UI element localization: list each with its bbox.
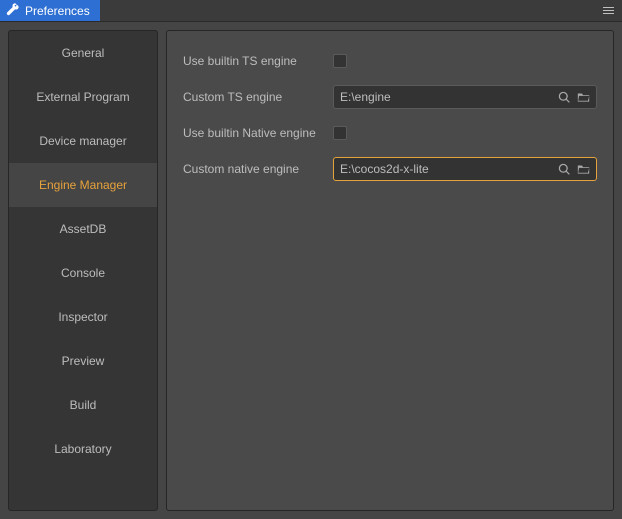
- titlebar: Preferences: [0, 0, 622, 22]
- title-tab[interactable]: Preferences: [0, 0, 100, 21]
- input-custom-ts[interactable]: [340, 90, 552, 104]
- label-custom-native: Custom native engine: [183, 162, 333, 176]
- sidebar-item-label: Laboratory: [54, 442, 111, 456]
- path-field-custom-native[interactable]: [333, 157, 597, 181]
- sidebar-item-label: Build: [70, 398, 97, 412]
- sidebar-item-label: External Program: [36, 90, 129, 104]
- main-panel: Use builtin TS engine Custom TS engine U…: [166, 30, 614, 511]
- folder-icon[interactable]: [577, 91, 590, 104]
- checkbox-use-builtin-native[interactable]: [333, 126, 347, 140]
- menu-button[interactable]: [595, 0, 622, 21]
- folder-icon[interactable]: [577, 163, 590, 176]
- sidebar-item-label: Preview: [62, 354, 105, 368]
- sidebar-item-device-manager[interactable]: Device manager: [9, 119, 157, 163]
- sidebar-item-label: Inspector: [58, 310, 107, 324]
- checkbox-use-builtin-ts[interactable]: [333, 54, 347, 68]
- sidebar: General External Program Device manager Eng…: [8, 30, 158, 511]
- wrench-icon: [6, 3, 19, 19]
- sidebar-item-laboratory[interactable]: Laboratory: [9, 427, 157, 471]
- search-icon[interactable]: [558, 91, 571, 104]
- path-field-custom-ts[interactable]: [333, 85, 597, 109]
- row-use-builtin-native: Use builtin Native engine: [183, 121, 597, 145]
- sidebar-item-inspector[interactable]: Inspector: [9, 295, 157, 339]
- sidebar-item-external-program[interactable]: External Program: [9, 75, 157, 119]
- sidebar-item-assetdb[interactable]: AssetDB: [9, 207, 157, 251]
- sidebar-item-label: Device manager: [39, 134, 126, 148]
- content: General External Program Device manager Eng…: [0, 22, 622, 519]
- hamburger-icon: [603, 7, 614, 14]
- sidebar-item-label: General: [62, 46, 105, 60]
- sidebar-item-label: Console: [61, 266, 105, 280]
- row-custom-native: Custom native engine: [183, 157, 597, 181]
- sidebar-item-console[interactable]: Console: [9, 251, 157, 295]
- label-custom-ts: Custom TS engine: [183, 90, 333, 104]
- sidebar-item-build[interactable]: Build: [9, 383, 157, 427]
- window-title: Preferences: [25, 4, 90, 18]
- sidebar-item-preview[interactable]: Preview: [9, 339, 157, 383]
- label-use-builtin-ts: Use builtin TS engine: [183, 54, 333, 68]
- search-icon[interactable]: [558, 163, 571, 176]
- label-use-builtin-native: Use builtin Native engine: [183, 126, 333, 140]
- sidebar-item-general[interactable]: General: [9, 31, 157, 75]
- sidebar-item-label: Engine Manager: [39, 178, 127, 192]
- sidebar-item-engine-manager[interactable]: Engine Manager: [9, 163, 157, 207]
- input-custom-native[interactable]: [340, 162, 552, 176]
- sidebar-item-label: AssetDB: [60, 222, 107, 236]
- row-custom-ts: Custom TS engine: [183, 85, 597, 109]
- row-use-builtin-ts: Use builtin TS engine: [183, 49, 597, 73]
